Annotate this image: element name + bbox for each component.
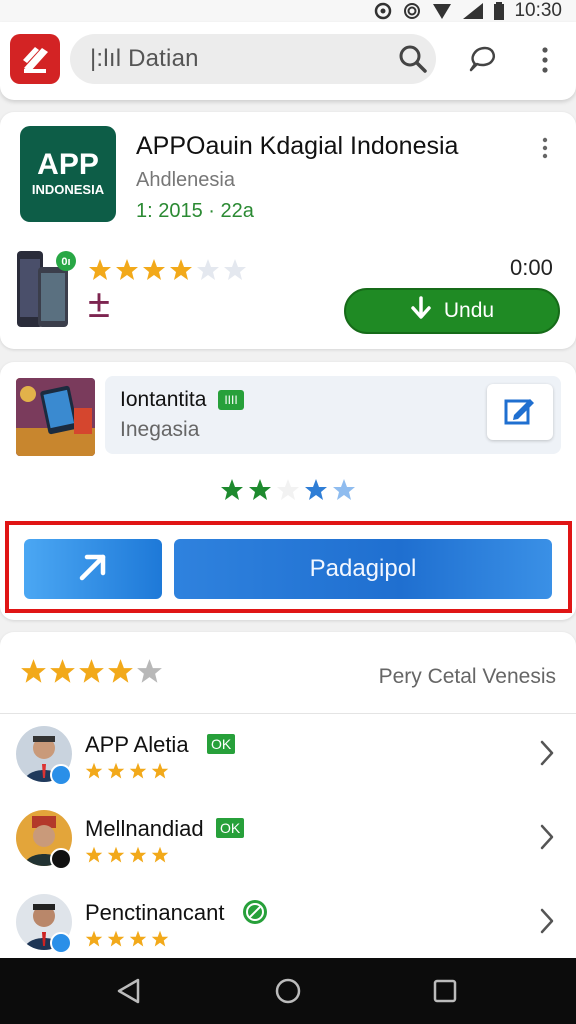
primary-action-button[interactable]: Padagipol [174,539,552,599]
feedback-icon[interactable] [465,42,499,76]
feature-subtitle: Inegasia [120,418,200,441]
star-full-icon [129,762,147,785]
star-full-icon [20,658,47,690]
reviews-title: Pery Cetal Venesis [378,665,556,688]
search-input[interactable]: |:lıl Datian [70,34,436,84]
star-empty-icon [276,478,300,507]
feature-thumbnail[interactable] [16,378,95,456]
app-developer[interactable]: Ahdlenesia [136,169,235,192]
app-icon-text: APP [37,148,99,181]
review-row[interactable]: Mellnandiad OK [0,808,576,888]
star-full-icon [107,846,125,869]
star-green-icon [248,478,272,507]
review-stars [85,762,169,785]
star-full-icon [142,258,166,287]
download-arrow-icon [410,296,432,326]
star-full-icon [85,846,103,869]
verified-badge-icon [50,932,72,954]
star-full-icon [115,258,139,287]
badge-icon [50,848,72,870]
star-blue-icon [304,478,328,507]
target-icon [402,2,422,20]
reviewer-name: APP Aletia [85,732,189,757]
status-bar: 10:30 [0,0,576,22]
star-full-icon [107,930,125,953]
star-full-icon [129,846,147,869]
star-full-icon [129,930,147,953]
device-screenshot[interactable]: 0ı [16,249,78,329]
status-time: 10:30 [514,0,562,21]
check-badge-icon [243,900,267,924]
ok-badge: OK [207,734,236,754]
ok-badge: OK [216,818,245,838]
star-full-icon [85,762,103,785]
feature-badge: IIII [218,390,244,410]
reviews-card: Pery Cetal Venesis APP Aletia OK Mellnan… [0,632,576,958]
plus-minus-icon[interactable]: ± [88,284,110,324]
arrow-up-right-icon [76,550,110,589]
store-logo-icon[interactable] [10,34,60,84]
signal-icon [462,2,484,20]
app-icon[interactable]: APP INDONESIA [20,126,116,222]
star-green-icon [220,478,244,507]
star-empty-icon [136,658,163,690]
recents-icon[interactable] [430,976,460,1006]
app-rating-stars [88,258,247,287]
app-icon-subtext: INDONESIA [31,182,105,197]
star-full-icon [85,930,103,953]
phone-badge: 0ı [61,256,70,268]
feature-name: Iontantita [120,388,207,411]
install-button[interactable]: Undu [344,288,560,334]
overall-rating-stars [20,658,163,690]
back-icon[interactable] [114,976,144,1006]
star-full-icon [107,658,134,690]
star-full-icon [151,762,169,785]
system-nav-bar [0,958,576,1024]
star-empty-icon [223,258,247,287]
star-empty-icon [196,258,220,287]
home-icon[interactable] [273,976,303,1006]
reviews-header: Pery Cetal Venesis [0,632,576,714]
install-label: Undu [443,299,495,322]
feature-rating-stars [220,478,356,507]
search-header: |:lıl Datian [0,22,576,100]
review-stars [85,846,169,869]
review-row[interactable]: APP Aletia OK [0,724,576,804]
star-full-icon [151,930,169,953]
reviewer-name: Mellnandiad [85,816,204,841]
sync-icon [374,2,392,20]
edit-button[interactable] [487,384,553,440]
verified-badge-icon [50,764,72,786]
app-meta: 1: 2015 · 22a [136,200,254,222]
search-query: |:lıl Datian [90,45,199,72]
overflow-menu-icon[interactable] [535,44,555,76]
star-full-icon [151,846,169,869]
battery-icon [494,2,505,20]
chevron-right-icon[interactable] [537,822,557,852]
star-full-icon [107,762,125,785]
star-full-icon [49,658,76,690]
edit-icon [504,395,536,430]
star-lightblue-icon [332,478,356,507]
reviewer-name: Penctinancant [85,900,225,925]
card-menu-icon[interactable] [538,136,552,160]
wifi-icon [432,2,452,20]
app-detail-card: APP INDONESIA APPOauin Kdagial Indonesia… [0,112,576,349]
open-external-button[interactable] [24,539,162,599]
app-price: 0:00 [510,255,553,280]
star-full-icon [78,658,105,690]
chevron-right-icon[interactable] [537,738,557,768]
app-title: APPOauin Kdagial Indonesia [136,132,459,160]
review-stars [85,930,169,953]
chevron-right-icon[interactable] [537,906,557,936]
search-icon[interactable] [398,44,428,74]
star-full-icon [169,258,193,287]
